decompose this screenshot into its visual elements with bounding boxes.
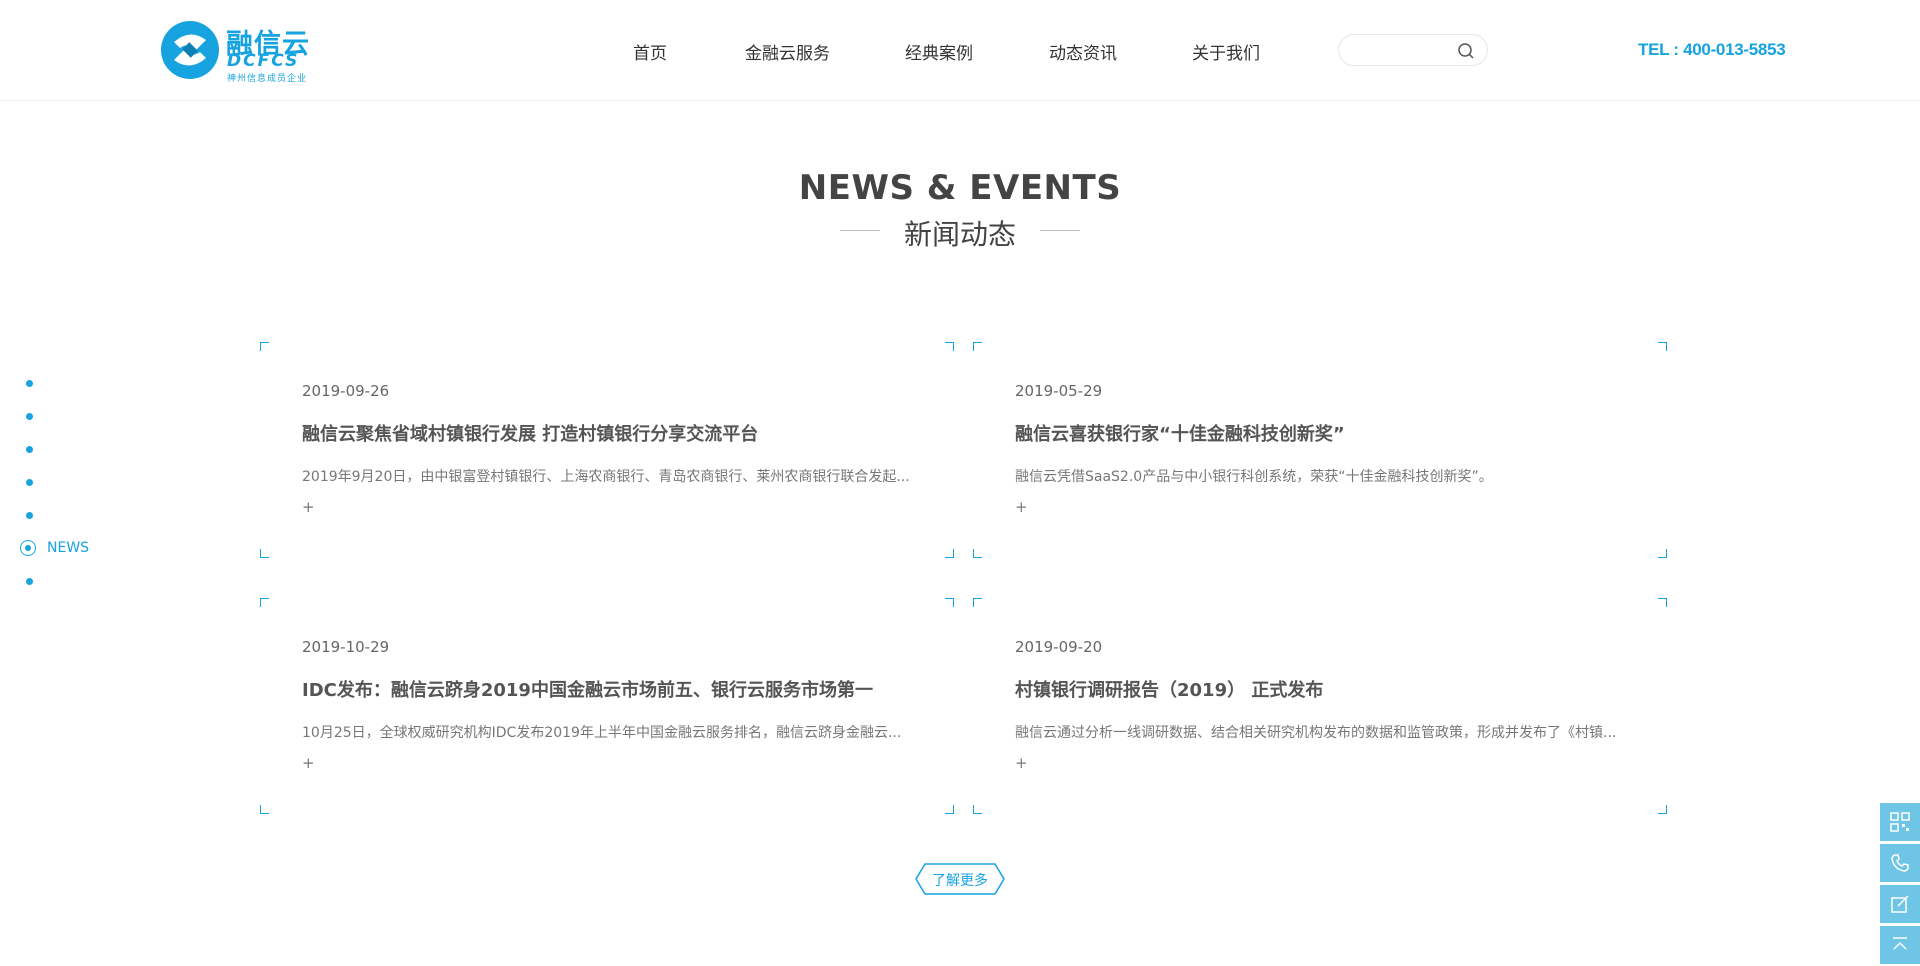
news-more-plus[interactable]: + [302, 498, 315, 516]
nav-item-cloud-services[interactable]: 金融云服务 [745, 39, 830, 64]
news-summary: 2019年9月20日，由中银富登村镇银行、上海农商银行、青岛农商银行、莱州农商银… [302, 469, 910, 485]
section-subtitle-wrap: 新闻动态 [0, 213, 1920, 253]
news-date: 2019-10-29 [302, 638, 390, 656]
news-more-plus[interactable]: + [302, 754, 315, 772]
back-to-top-tool[interactable] [1880, 926, 1920, 964]
news-summary: 融信云通过分析一线调研数据、结合相关研究机构发布的数据和监管政策，形成并发布了《… [1015, 725, 1617, 741]
learn-more-label: 了解更多 [932, 873, 988, 889]
card-corner [945, 805, 954, 814]
news-title[interactable]: 融信云喜获银行家“十佳金融科技创新奖” [1015, 420, 1345, 446]
nav-item-cases[interactable]: 经典案例 [905, 39, 973, 64]
search-box [1338, 34, 1488, 66]
card-corner [973, 805, 982, 814]
side-nav-dot-active[interactable] [20, 540, 36, 556]
news-date: 2019-09-26 [302, 382, 390, 400]
card-corner [1658, 342, 1667, 351]
logo-mark-icon [161, 21, 219, 79]
logo[interactable]: 融信云 DCFCS 神州信息成员企业 [160, 20, 310, 84]
section-title: NEWS & EVENTS [798, 168, 1122, 208]
nav-item-news[interactable]: 动态资讯 [1049, 39, 1117, 64]
card-corner [1658, 805, 1667, 814]
news-title[interactable]: 村镇银行调研报告（2019） 正式发布 [1015, 676, 1323, 702]
side-nav-dot[interactable] [26, 380, 33, 387]
qrcode-icon [1890, 812, 1910, 832]
news-date: 2019-09-20 [1015, 638, 1103, 656]
news-summary: 融信云凭借SaaS2.0产品与中小银行科创系统，荣获“十佳金融科技创新奖”。 [1015, 469, 1493, 485]
news-more-plus[interactable]: + [1015, 498, 1028, 516]
side-nav-dot[interactable] [26, 413, 33, 420]
card-corner [973, 598, 982, 607]
card-corner [260, 598, 269, 607]
side-nav-active-label[interactable]: NEWS [47, 540, 89, 556]
back-to-top-icon [1893, 937, 1907, 950]
side-nav-dot[interactable] [26, 512, 33, 519]
learn-more-button[interactable]: 了解更多 [915, 863, 1005, 895]
news-title[interactable]: IDC发布：融信云跻身2019中国金融云市场前五、银行云服务市场第一 [302, 676, 873, 702]
news-card[interactable]: 2019-05-29 融信云喜获银行家“十佳金融科技创新奖” 融信云凭借SaaS… [973, 342, 1667, 558]
card-corner [973, 342, 982, 351]
message-tool[interactable] [1880, 885, 1920, 923]
edit-icon [1891, 895, 1909, 913]
site-header: 融信云 DCFCS 神州信息成员企业 首页 金融云服务 经典案例 动态资讯 关于… [0, 0, 1920, 101]
card-corner [945, 598, 954, 607]
qrcode-tool[interactable] [1880, 803, 1920, 841]
news-summary: 10月25日，全球权威研究机构IDC发布2019年上半年中国金融云服务排名，融信… [302, 725, 902, 741]
side-nav-dot[interactable] [26, 578, 33, 585]
news-title[interactable]: 融信云聚焦省域村镇银行发展 打造村镇银行分享交流平台 [302, 420, 758, 446]
phone-number: TEL : 400-013-5853 [1638, 40, 1786, 59]
side-nav-dot[interactable] [26, 446, 33, 453]
search-input[interactable] [1351, 39, 1455, 63]
card-corner [260, 342, 269, 351]
phone-icon [1891, 854, 1909, 872]
section-subtitle: 新闻动态 [903, 218, 1016, 251]
card-corner [260, 805, 269, 814]
card-corner [1658, 598, 1667, 607]
news-date: 2019-05-29 [1015, 382, 1103, 400]
nav-item-home[interactable]: 首页 [633, 39, 667, 64]
news-more-plus[interactable]: + [1015, 754, 1028, 772]
card-corner [945, 342, 954, 351]
side-nav-dot[interactable] [26, 479, 33, 486]
search-icon[interactable] [1457, 42, 1475, 60]
news-card[interactable]: 2019-09-26 融信云聚焦省域村镇银行发展 打造村镇银行分享交流平台 20… [260, 342, 954, 558]
card-corner [945, 549, 954, 558]
phone-tool[interactable] [1880, 844, 1920, 882]
logo-subtitle: 神州信息成员企业 [227, 74, 308, 84]
news-card[interactable]: 2019-09-20 村镇银行调研报告（2019） 正式发布 融信云通过分析一线… [973, 598, 1667, 814]
divider-right [1040, 230, 1080, 231]
nav-item-about[interactable]: 关于我们 [1192, 39, 1260, 64]
news-card[interactable]: 2019-10-29 IDC发布：融信云跻身2019中国金融云市场前五、银行云服… [260, 598, 954, 814]
card-corner [1658, 549, 1667, 558]
logo-text-en: DCFCS [227, 51, 300, 71]
card-corner [973, 549, 982, 558]
card-corner [260, 549, 269, 558]
